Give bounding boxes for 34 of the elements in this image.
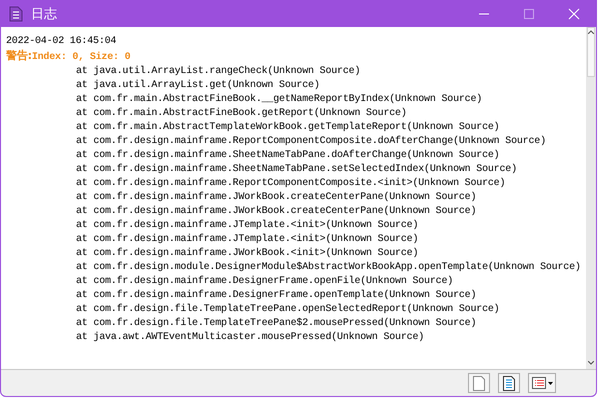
stack-trace-line: at com.fr.design.mainframe.DesignerFrame.openFile(Unknown Source) — [75, 275, 454, 289]
list-dropdown-button[interactable] — [528, 373, 556, 393]
stack-trace-line: at com.fr.design.file.TemplateTreePane.openSelectedReport(Unknown Source) — [75, 303, 500, 317]
scroll-thumb[interactable] — [587, 27, 595, 77]
list-icon — [532, 377, 546, 389]
warning-message: 警告:Index: 0, Size: 0 — [6, 49, 132, 65]
stack-trace-line: at com.fr.design.mainframe.ReportComponentComposite.doAfterChange(Unknown Source) — [75, 135, 547, 149]
log-timestamp: 2022-04-02 16:45:04 — [6, 35, 118, 49]
stack-trace-line: at java.util.ArrayList.rangeCheck(Unknown Source) — [75, 65, 362, 79]
stack-trace-line: at com.fr.design.mainframe.JTemplate.<init>(Unknown Source) — [75, 219, 420, 233]
stack-trace-line: at com.fr.main.AbstractTemplateWorkBook.getTemplateReport(Unknown Source) — [75, 121, 500, 135]
stack-trace-line: at com.fr.design.mainframe.SheetNameTabPane.setSelectedIndex(Unknown Source) — [75, 163, 518, 177]
scrollbar[interactable] — [586, 27, 596, 369]
stack-trace-line: at com.fr.design.mainframe.DesignerFrame.openTemplate(Unknown Source) — [75, 289, 478, 303]
close-icon[interactable] — [568, 8, 580, 20]
stack-trace-line: at com.fr.design.mainframe.SheetNameTabPane.doAfterChange(Unknown Source) — [75, 149, 500, 163]
text-page-button[interactable] — [498, 373, 520, 393]
window-title: 日志 — [31, 5, 57, 24]
stack-trace-line: at com.fr.design.mainframe.ReportComponentComposite.<init>(Unknown Source) — [75, 177, 506, 191]
stack-trace-line: at com.fr.design.file.TemplateTreePane$2.mousePressed(Unknown Source) — [75, 317, 478, 331]
stack-trace-line: at com.fr.design.mainframe.JTemplate.<init>(Unknown Source) — [75, 233, 420, 247]
blank-page-button[interactable] — [468, 373, 490, 393]
stack-trace-line: at com.fr.design.mainframe.JWorkBook.createCenterPane(Unknown Source) — [75, 191, 478, 205]
caret-icon — [548, 382, 552, 384]
page-icon — [473, 376, 485, 390]
stack-trace-line: at com.fr.design.module.DesignerModule$AbstractWorkBookApp.openTemplate(Unknown Source) — [75, 261, 582, 275]
stack-trace-line: at java.awt.AWTEventMulticaster.mousePressed(Unknown Source) — [75, 331, 426, 345]
stack-trace-line: at com.fr.main.AbstractFineBook.__getNameReportByIndex(Unknown Source) — [75, 93, 484, 107]
stack-trace-line: at java.util.ArrayList.get(Unknown Source) — [75, 79, 321, 93]
stack-trace-line: at com.fr.design.mainframe.JWorkBook.createCenterPane(Unknown Source) — [75, 205, 478, 219]
lined-page-icon — [503, 376, 515, 390]
document-icon — [9, 6, 23, 22]
stack-trace-line: at com.fr.design.mainframe.JWorkBook.<init>(Unknown Source) — [75, 247, 420, 261]
stack-trace-line: at com.fr.main.AbstractFineBook.getReport(Unknown Source) — [75, 107, 408, 121]
